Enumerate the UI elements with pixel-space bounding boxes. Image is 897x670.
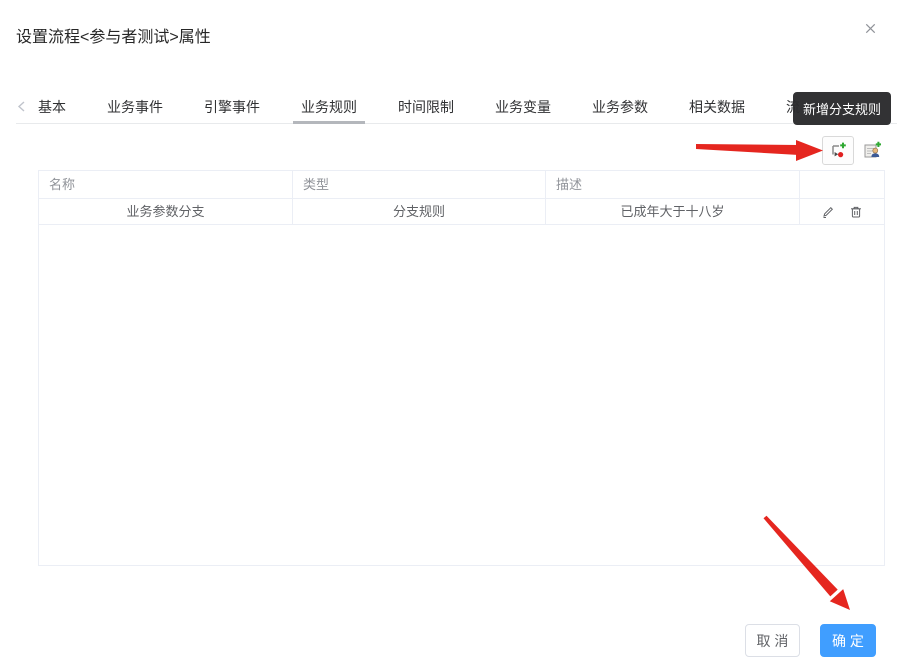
tab-list: 基本 业务事件 引擎事件 业务规则 时间限制 业务变量 业务参数 相关数据 流 [38, 90, 800, 124]
close-icon [865, 23, 875, 33]
tab-engine-events[interactable]: 引擎事件 [204, 90, 260, 123]
cancel-button[interactable]: 取 消 [745, 624, 800, 657]
tab-business-params[interactable]: 业务参数 [592, 90, 648, 123]
edit-pencil-icon [823, 206, 834, 218]
tabs-scroll-prev[interactable] [16, 100, 30, 114]
cell-type: 分支规则 [293, 199, 546, 224]
row-edit-button[interactable] [821, 205, 835, 219]
confirm-button[interactable]: 确 定 [820, 624, 876, 657]
col-header-type: 类型 [293, 171, 546, 198]
cell-name: 业务参数分支 [39, 199, 293, 224]
table-empty-area [39, 225, 884, 565]
tab-bar: 基本 业务事件 引擎事件 业务规则 时间限制 业务变量 业务参数 相关数据 流 [16, 90, 897, 124]
table-header-row: 名称 类型 描述 [39, 171, 884, 199]
tooltip-add-branch-rule: 新增分支规则 [793, 92, 892, 125]
tab-basic[interactable]: 基本 [38, 90, 66, 123]
tab-business-variables[interactable]: 业务变量 [495, 90, 551, 123]
dialog-title: 设置流程<参与者测试>属性 [16, 29, 211, 46]
table-row[interactable]: 业务参数分支 分支规则 已成年大于十八岁 [39, 199, 884, 225]
add-branch-rule-icon [831, 142, 846, 157]
cell-actions [800, 199, 884, 224]
col-header-name: 名称 [39, 171, 293, 198]
tab-business-rules[interactable]: 业务规则 [293, 90, 365, 124]
chevron-left-icon [17, 101, 25, 112]
row-delete-button[interactable] [849, 205, 863, 219]
col-header-actions [800, 171, 884, 198]
process-properties-dialog: 设置流程<参与者测试>属性 基本 业务事件 引擎事件 业务规则 时间限制 业务变… [0, 0, 897, 670]
close-button[interactable] [858, 16, 882, 40]
add-participant-rule-button[interactable] [861, 138, 885, 162]
add-branch-rule-button[interactable] [822, 135, 854, 165]
tab-time-limits[interactable]: 时间限制 [398, 90, 454, 123]
col-header-description: 描述 [546, 171, 800, 198]
rules-table: 名称 类型 描述 业务参数分支 分支规则 已成年大于十八岁 [38, 170, 885, 566]
tab-related-data[interactable]: 相关数据 [689, 90, 745, 123]
add-participant-rule-icon [864, 141, 881, 158]
cell-description: 已成年大于十八岁 [546, 199, 800, 224]
trash-icon [851, 206, 861, 217]
table-toolbar [0, 135, 885, 165]
tab-business-events[interactable]: 业务事件 [107, 90, 163, 123]
